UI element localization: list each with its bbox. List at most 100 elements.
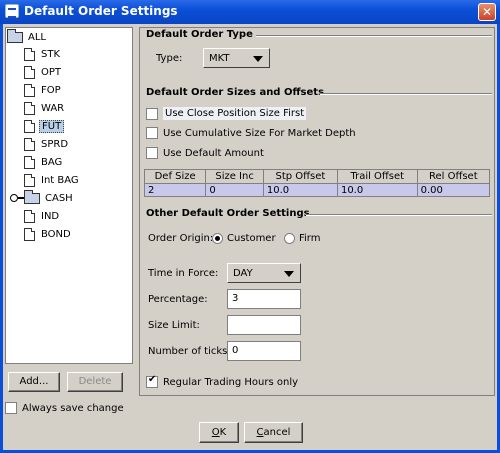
file-icon bbox=[24, 47, 35, 61]
tif-label: Time in Force: bbox=[148, 268, 219, 279]
table-cell[interactable]: 10.0 bbox=[262, 183, 338, 197]
offsets-table[interactable]: Def Size Size Inc Stp Offset Trail Offse… bbox=[143, 169, 491, 197]
type-label: Type: bbox=[156, 53, 183, 64]
tree-item-fop[interactable]: FOP bbox=[24, 82, 63, 98]
use-default-amount-row[interactable]: Use Default Amount bbox=[146, 147, 264, 159]
divider bbox=[320, 93, 492, 95]
percentage-label: Percentage: bbox=[148, 294, 208, 305]
size-limit-label: Size Limit: bbox=[148, 320, 200, 331]
order-type-value: MKT bbox=[209, 53, 230, 64]
sizes-title: Default Order Sizes and Offsets bbox=[146, 87, 325, 98]
ok-label-rest: K bbox=[219, 427, 227, 438]
tree-item-label: BAG bbox=[41, 156, 63, 168]
column-header[interactable]: Stp Offset bbox=[262, 169, 338, 184]
column-header[interactable]: Size Inc bbox=[205, 169, 264, 184]
tree-item-label: Int BAG bbox=[41, 174, 79, 186]
file-icon bbox=[24, 83, 35, 97]
chevron-down-icon bbox=[284, 271, 294, 277]
column-header[interactable]: Trail Offset bbox=[336, 169, 418, 184]
use-cumulative-checkbox[interactable] bbox=[146, 127, 158, 139]
file-icon bbox=[24, 209, 35, 223]
order-type-select[interactable]: MKT bbox=[203, 48, 270, 68]
app-icon bbox=[5, 4, 19, 18]
tree-item-bag[interactable]: BAG bbox=[24, 154, 64, 170]
tree-item-label: BOND bbox=[41, 228, 71, 240]
table-cell[interactable]: 0.00 bbox=[416, 183, 491, 197]
add-button[interactable]: Add... bbox=[8, 372, 60, 392]
tree-item-label: WAR bbox=[41, 102, 65, 114]
instrument-tree[interactable]: ALL STK OPT FOP WAR FUT SPRD BAG Int BAG… bbox=[5, 27, 133, 364]
ticks-label: Number of ticks: bbox=[148, 346, 231, 357]
use-cumulative-label: Use Cumulative Size For Market Depth bbox=[163, 127, 356, 139]
cancel-label-rest: ancel bbox=[263, 427, 291, 438]
table-cell[interactable]: 10.0 bbox=[336, 183, 418, 197]
always-save-label: Always save change bbox=[22, 402, 124, 414]
always-save-checkbox[interactable] bbox=[5, 402, 17, 414]
file-icon bbox=[24, 119, 35, 133]
use-close-position-row[interactable]: Use Close Position Size First bbox=[146, 107, 307, 120]
tree-item-bond[interactable]: BOND bbox=[24, 226, 73, 242]
folder-open-icon bbox=[7, 28, 23, 43]
tree-item-sprd[interactable]: SPRD bbox=[24, 136, 70, 152]
tif-value: DAY bbox=[233, 268, 253, 279]
other-settings-title: Other Default Order Settings bbox=[146, 208, 310, 219]
ticks-field[interactable]: 0 bbox=[227, 341, 301, 361]
tree-item-ind[interactable]: IND bbox=[24, 208, 61, 224]
column-header[interactable]: Def Size bbox=[143, 169, 207, 184]
table-cell[interactable]: 0 bbox=[205, 183, 264, 197]
tree-item-stk[interactable]: STK bbox=[24, 46, 62, 62]
tree-item-war[interactable]: WAR bbox=[24, 100, 66, 116]
column-header[interactable]: Rel Offset bbox=[416, 169, 491, 184]
tree-item-label: FOP bbox=[41, 84, 61, 96]
origin-firm-radio[interactable] bbox=[284, 233, 295, 244]
origin-firm-label: Firm bbox=[299, 233, 321, 244]
table-cell[interactable]: 2 bbox=[143, 183, 207, 197]
tree-item-cash[interactable]: CASH bbox=[10, 189, 75, 206]
tree-item-label: IND bbox=[41, 210, 60, 222]
use-close-position-checkbox[interactable] bbox=[146, 107, 158, 120]
table-row[interactable]: 2 0 10.0 10.0 0.00 bbox=[143, 183, 491, 197]
use-default-amount-checkbox[interactable] bbox=[146, 147, 158, 159]
origin-customer-label: Customer bbox=[227, 233, 276, 244]
tree-item-all[interactable]: ALL bbox=[7, 28, 48, 45]
use-cumulative-row[interactable]: Use Cumulative Size For Market Depth bbox=[146, 127, 356, 139]
tree-item-label: CASH bbox=[45, 192, 73, 204]
ok-button[interactable]: OK bbox=[199, 422, 239, 443]
tree-item-int-bag[interactable]: Int BAG bbox=[24, 172, 81, 188]
tree-item-label: OPT bbox=[41, 66, 62, 78]
table-header-row: Def Size Size Inc Stp Offset Trail Offse… bbox=[143, 169, 491, 184]
percentage-field[interactable]: 3 bbox=[227, 289, 301, 309]
divider bbox=[306, 214, 492, 216]
tree-item-label: FUT bbox=[39, 119, 65, 133]
divider bbox=[256, 35, 492, 37]
close-button[interactable]: ✕ bbox=[478, 3, 496, 21]
file-icon bbox=[24, 155, 35, 169]
tree-item-label: STK bbox=[41, 48, 61, 60]
chevron-down-icon bbox=[253, 56, 263, 62]
expand-handle-icon[interactable] bbox=[10, 194, 24, 202]
origin-firm-option[interactable]: Firm bbox=[284, 233, 320, 244]
rth-only-label: Regular Trading Hours only bbox=[163, 376, 299, 388]
always-save-row[interactable]: Always save change bbox=[5, 402, 124, 414]
tree-item-label: SPRD bbox=[41, 138, 69, 150]
origin-customer-radio[interactable] bbox=[212, 233, 223, 244]
cancel-mnemonic: C bbox=[256, 427, 264, 438]
cancel-button[interactable]: Cancel bbox=[244, 422, 303, 443]
origin-customer-option[interactable]: Customer bbox=[212, 233, 276, 244]
file-icon bbox=[24, 137, 35, 151]
title-bar: Default Order Settings ✕ bbox=[0, 0, 500, 24]
ok-mnemonic: O bbox=[211, 427, 220, 438]
tree-item-opt[interactable]: OPT bbox=[24, 64, 63, 80]
tree-item-fut[interactable]: FUT bbox=[24, 118, 65, 134]
order-type-title: Default Order Type bbox=[146, 29, 253, 40]
delete-button[interactable]: Delete bbox=[67, 372, 123, 392]
file-icon bbox=[24, 173, 35, 187]
size-limit-field[interactable] bbox=[227, 315, 301, 335]
rth-only-checkbox[interactable] bbox=[146, 374, 158, 388]
file-icon bbox=[24, 65, 35, 79]
rth-only-row[interactable]: Regular Trading Hours only bbox=[146, 374, 299, 388]
tree-item-label: ALL bbox=[28, 31, 46, 43]
file-icon bbox=[24, 227, 35, 241]
use-close-position-label: Use Close Position Size First bbox=[163, 107, 307, 120]
tif-select[interactable]: DAY bbox=[227, 263, 301, 283]
